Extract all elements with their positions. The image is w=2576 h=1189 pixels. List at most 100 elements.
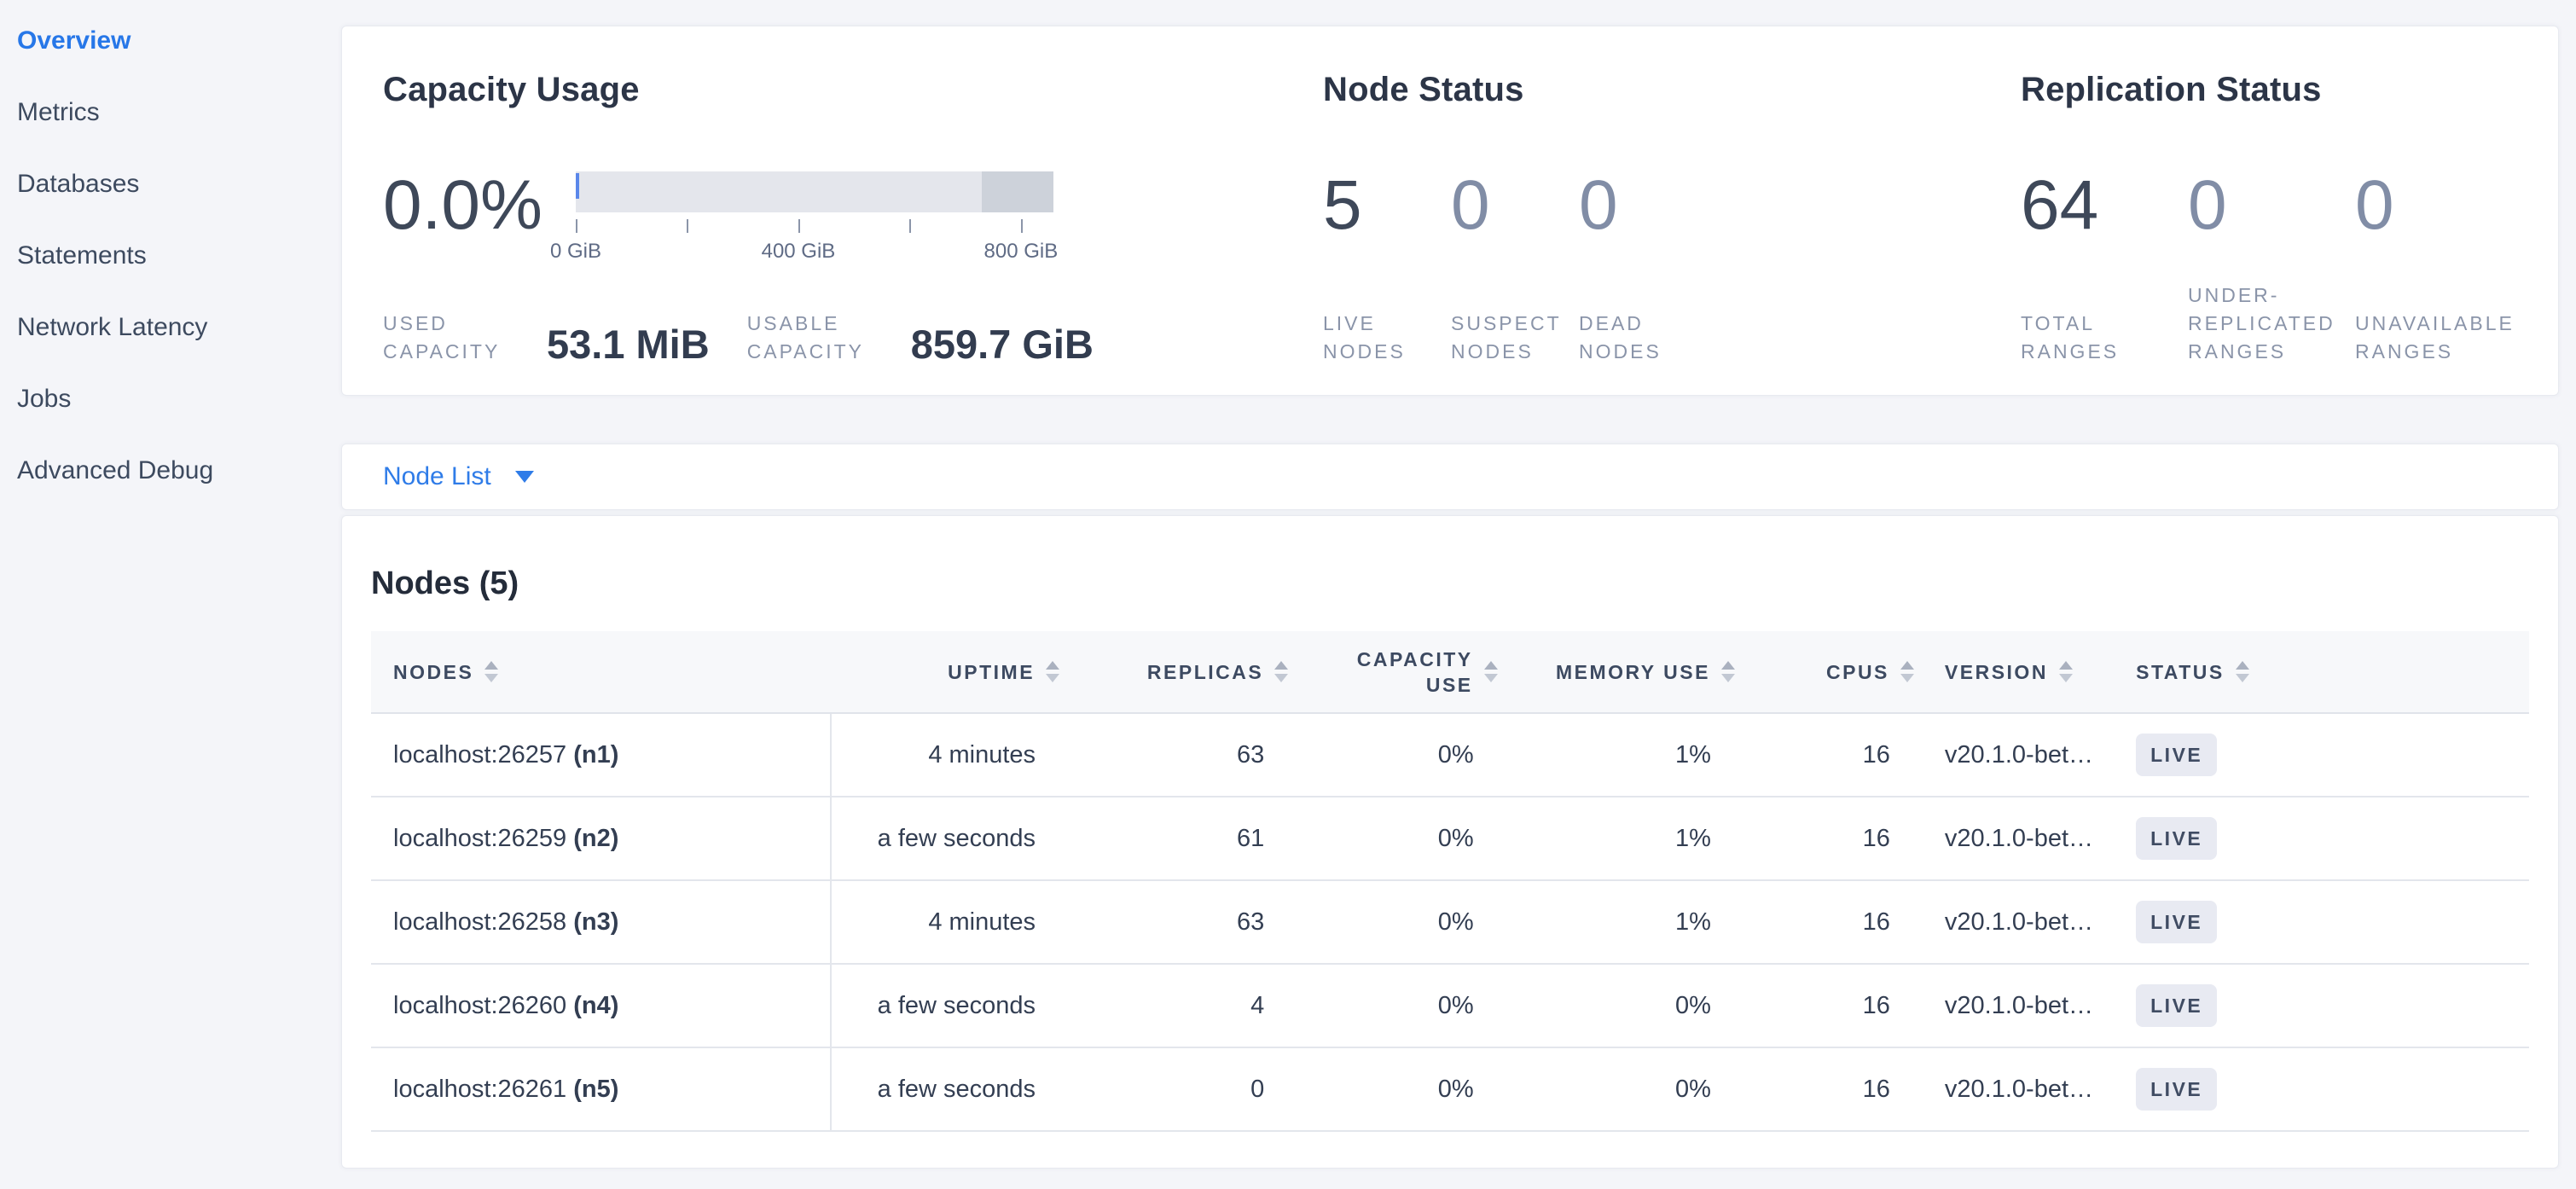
capacity-use-cell: 0% — [1288, 713, 1497, 797]
status-cell: LIVE — [2110, 1047, 2529, 1131]
version-cell: v20.1.0-bet… — [1914, 713, 2110, 797]
sidebar-item-statements[interactable]: Statements — [17, 239, 147, 273]
replicas-cell: 63 — [1059, 880, 1288, 964]
axis-label-400gib: 400 GiB — [762, 240, 836, 264]
node-status-section: Node Status 5 0 0 LIVE NODES SUSPECT NOD… — [1323, 26, 2005, 395]
suspect-nodes-count: 0 — [1451, 163, 1579, 248]
live-nodes-label: LIVE NODES — [1323, 310, 1451, 366]
node-row-n3[interactable]: localhost:26258 (n3) 4 minutes 63 0% 1% … — [371, 880, 2529, 964]
sort-icon — [2059, 661, 2073, 682]
total-ranges-label: TOTAL RANGES — [2021, 310, 2188, 366]
column-label: CAPACITY USE — [1345, 647, 1473, 698]
column-label: NODES — [393, 659, 473, 685]
cpus-cell: 16 — [1735, 797, 1914, 880]
suspect-nodes-label: SUSPECT NODES — [1451, 310, 1579, 366]
memory-use-cell: 1% — [1498, 797, 1735, 880]
sidebar-item-overview[interactable]: Overview — [17, 24, 131, 58]
memory-use-cell: 1% — [1498, 880, 1735, 964]
status-cell: LIVE — [2110, 964, 2529, 1047]
replication-labels: TOTAL RANGES UNDER-REPLICATED RANGES UNA… — [2021, 281, 2568, 366]
total-ranges-count: 64 — [2021, 163, 2188, 248]
column-header-version[interactable]: VERSION — [1914, 631, 2110, 713]
node-row-n2[interactable]: localhost:26259 (n2) a few seconds 61 0%… — [371, 797, 2529, 880]
cpus-cell: 16 — [1735, 880, 1914, 964]
node-row-n4[interactable]: localhost:26260 (n4) a few seconds 4 0% … — [371, 964, 2529, 1047]
sidebar-item-jobs[interactable]: Jobs — [17, 382, 71, 416]
column-header-uptime[interactable]: UPTIME — [831, 631, 1059, 713]
column-header-status[interactable]: STATUS — [2110, 631, 2529, 713]
capacity-bar — [576, 171, 1053, 212]
nodes-table-card: Nodes (5) NODES UPTIME REP — [341, 515, 2559, 1169]
sort-icon — [1900, 661, 1914, 682]
axis-tick — [576, 219, 577, 233]
column-header-capacity-use[interactable]: CAPACITY USE — [1288, 631, 1497, 713]
node-row-n5[interactable]: localhost:26261 (n5) a few seconds 0 0% … — [371, 1047, 2529, 1131]
unavailable-ranges-label: UNAVAILABLE RANGES — [2355, 310, 2568, 366]
sort-icon — [1046, 661, 1059, 682]
sidebar-item-advanced-debug[interactable]: Advanced Debug — [17, 454, 213, 488]
table-header-row: NODES UPTIME REPLICAS CAPACITY USE MEMOR — [371, 631, 2529, 713]
node-list-dropdown-label: Node List — [383, 462, 491, 491]
sidebar-item-network-latency[interactable]: Network Latency — [17, 310, 207, 345]
version-cell: v20.1.0-bet… — [1914, 964, 2110, 1047]
column-header-nodes[interactable]: NODES — [371, 631, 831, 713]
status-badge: LIVE — [2136, 984, 2217, 1027]
replication-values: 64 0 0 — [2021, 163, 2522, 248]
sort-icon — [1721, 661, 1735, 682]
sort-icon — [2236, 661, 2249, 682]
column-header-cpus[interactable]: CPUS — [1735, 631, 1914, 713]
under-replicated-ranges-count: 0 — [2188, 163, 2355, 248]
node-status-values: 5 0 0 — [1323, 163, 1707, 248]
status-badge: LIVE — [2136, 817, 2217, 860]
status-cell: LIVE — [2110, 797, 2529, 880]
uptime-cell: a few seconds — [831, 964, 1059, 1047]
usable-capacity-label: USABLE CAPACITY — [747, 310, 899, 366]
node-status-labels: LIVE NODES SUSPECT NODES DEAD NODES — [1323, 310, 1707, 366]
column-label: CPUS — [1826, 659, 1889, 685]
status-cell: LIVE — [2110, 713, 2529, 797]
replicas-cell: 4 — [1059, 964, 1288, 1047]
version-cell: v20.1.0-bet… — [1914, 797, 2110, 880]
capacity-bar-used-indicator — [576, 173, 579, 199]
memory-use-cell: 1% — [1498, 713, 1735, 797]
node-list-card: Node List — [341, 444, 2559, 510]
node-address-cell[interactable]: localhost:26259 (n2) — [371, 797, 831, 880]
node-address-cell[interactable]: localhost:26260 (n4) — [371, 964, 831, 1047]
cpus-cell: 16 — [1735, 1047, 1914, 1131]
status-badge: LIVE — [2136, 901, 2217, 943]
node-address-cell[interactable]: localhost:26261 (n5) — [371, 1047, 831, 1131]
capacity-bar-chart: 0 GiB 400 GiB 800 GiB — [576, 163, 1053, 264]
cpus-cell: 16 — [1735, 964, 1914, 1047]
dead-nodes-count: 0 — [1579, 163, 1707, 248]
capacity-stats-row: USED CAPACITY 53.1 MiB USABLE CAPACITY 8… — [383, 310, 1094, 366]
capacity-use-cell: 0% — [1288, 880, 1497, 964]
axis-tick — [798, 219, 800, 233]
used-capacity-value: 53.1 MiB — [547, 323, 710, 366]
capacity-use-cell: 0% — [1288, 1047, 1497, 1131]
memory-use-cell: 0% — [1498, 964, 1735, 1047]
capacity-bar-usable-segment — [576, 171, 982, 212]
status-badge: LIVE — [2136, 734, 2217, 776]
sidebar-item-databases[interactable]: Databases — [17, 167, 139, 201]
replication-status-section: Replication Status 64 0 0 TOTAL RANGES U… — [2021, 26, 2550, 395]
column-header-memory-use[interactable]: MEMORY USE — [1498, 631, 1735, 713]
capacity-usage-section: Capacity Usage 0.0% — [383, 26, 1321, 395]
sidebar-item-metrics[interactable]: Metrics — [17, 96, 100, 130]
replicas-cell: 0 — [1059, 1047, 1288, 1131]
dead-nodes-label: DEAD NODES — [1579, 310, 1707, 366]
column-header-replicas[interactable]: REPLICAS — [1059, 631, 1288, 713]
sort-icon — [1484, 661, 1498, 682]
nodes-table-title: Nodes (5) — [371, 566, 2529, 602]
status-cell: LIVE — [2110, 880, 2529, 964]
replicas-cell: 63 — [1059, 713, 1288, 797]
node-row-n1[interactable]: localhost:26257 (n1) 4 minutes 63 0% 1% … — [371, 713, 2529, 797]
axis-tick — [909, 219, 911, 233]
node-list-dropdown[interactable]: Node List — [383, 462, 534, 491]
nodes-table: NODES UPTIME REPLICAS CAPACITY USE MEMOR — [371, 631, 2529, 1132]
version-cell: v20.1.0-bet… — [1914, 1047, 2110, 1131]
main-content: Capacity Usage 0.0% — [341, 0, 2559, 1189]
node-address-cell[interactable]: localhost:26258 (n3) — [371, 880, 831, 964]
column-label: MEMORY USE — [1556, 659, 1710, 685]
sidebar: Overview Metrics Databases Statements Ne… — [0, 0, 341, 1189]
node-address-cell[interactable]: localhost:26257 (n1) — [371, 713, 831, 797]
